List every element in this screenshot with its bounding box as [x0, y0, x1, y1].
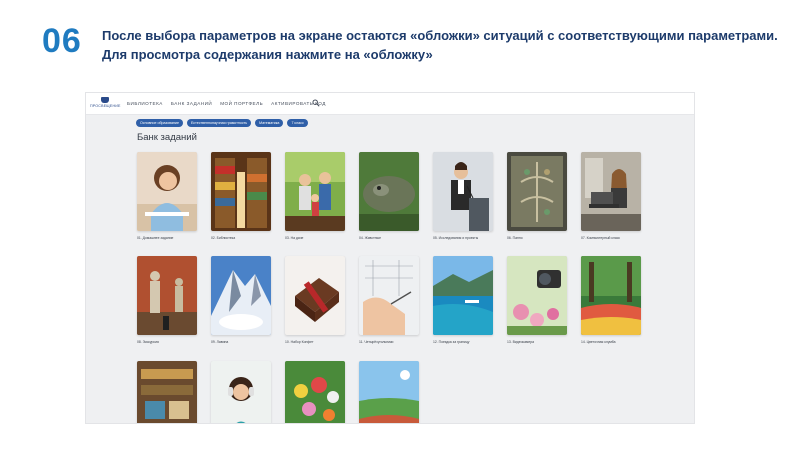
nav-library[interactable]: БИБЛИОТЕКА — [127, 101, 163, 106]
task-card-at-dacha[interactable]: 03. На даче — [285, 152, 347, 240]
task-card-avalanche[interactable]: 09. Лавина — [211, 256, 273, 344]
app-screenshot: ПРОСВЕЩЕНИЕ БИБЛИОТЕКА БАНК ЗАДАНИЙ МОЙ … — [85, 92, 695, 424]
logo[interactable]: ПРОСВЕЩЕНИЕ — [90, 97, 120, 111]
filter-chips: Основное образование Естественнонаучная … — [136, 119, 308, 127]
task-card-label: 06. Панно — [507, 236, 523, 240]
filter-chip-grade[interactable]: 7 класс — [287, 119, 308, 127]
task-card-panel[interactable]: 06. Панно — [507, 152, 569, 240]
task-card-label: 11. Четырёхугольники — [359, 340, 394, 344]
filter-chip-subject[interactable]: Математика — [255, 119, 284, 127]
running-track-photo-icon — [359, 361, 419, 423]
task-card-label: 09. Лавина — [211, 340, 229, 344]
task-card-research-projects[interactable]: 05. Исследования и проекты — [433, 152, 495, 240]
museum-statues-photo-icon — [137, 256, 197, 335]
task-card-label: 07. Компьютерный класс — [581, 236, 621, 240]
task-card-label: 14. Цветочная клумба — [581, 340, 616, 344]
logo-text: ПРОСВЕЩЕНИЕ — [90, 104, 121, 108]
search-icon[interactable] — [312, 99, 320, 107]
logo-emblem-icon — [101, 97, 109, 103]
task-card-label: 03. На даче — [285, 236, 304, 240]
task-card-label: 12. Поездка за границу — [433, 340, 470, 344]
task-card-trip-abroad[interactable]: 12. Поездка за границу — [433, 256, 495, 344]
mosaic-panel-photo-icon — [507, 152, 567, 231]
girl-at-desk-photo-icon — [137, 152, 197, 231]
main-nav: БИБЛИОТЕКА БАНК ЗАДАНИЙ МОЙ ПОРТФЕЛЬ АКТ… — [127, 101, 326, 106]
task-card-label: 10. Набор Конфет — [285, 340, 314, 344]
flower-park-alley-photo-icon — [581, 256, 641, 335]
speaker-podium-photo-icon — [433, 152, 493, 231]
slide-caption-line-2: Для просмотра содержания нажмите на «обл… — [102, 47, 433, 62]
slide-caption-line-1: После выбора параметров на экране остают… — [102, 28, 778, 43]
slide-number: 06 — [42, 22, 82, 60]
slide-caption: После выбора параметров на экране остают… — [102, 26, 782, 64]
camera-flowers-photo-icon — [507, 256, 567, 335]
task-card-homework[interactable]: 01. Домашнее задание — [137, 152, 199, 240]
task-card-excursion[interactable]: 08. Экскурсия — [137, 256, 199, 344]
task-cover-grid: 01. Домашнее задание 02. Библиотека 03. … — [137, 152, 657, 423]
lizard-photo-icon — [359, 152, 419, 231]
task-card-girl-headphones[interactable] — [211, 361, 273, 423]
flowers-bouquet-photo-icon — [285, 361, 345, 423]
girl-headphones-photo-icon — [211, 361, 271, 423]
task-card-flowers[interactable] — [285, 361, 347, 423]
woman-laptop-cafe-photo-icon — [581, 152, 641, 231]
task-card-label: 13. Видеокамера — [507, 340, 534, 344]
task-card-label: 04. Животные — [359, 236, 382, 240]
task-card-label: 02. Библиотека — [211, 236, 236, 240]
nav-task-bank[interactable]: БАНК ЗАДАНИЙ — [171, 101, 212, 106]
task-card-label: 01. Домашнее задание — [137, 236, 174, 240]
family-garden-photo-icon — [285, 152, 345, 231]
task-card-candy-set[interactable]: 10. Набор Конфет — [285, 256, 347, 344]
shop-interior-photo-icon — [137, 361, 197, 423]
page-title: Банк заданий — [137, 132, 197, 143]
hand-drawing-plan-photo-icon — [359, 256, 419, 335]
filter-chip-literacy-type[interactable]: Естественнонаучная грамотность — [186, 119, 252, 127]
filter-chip-education-level[interactable]: Основное образование — [136, 119, 183, 127]
task-card-quadrilaterals[interactable]: 11. Четырёхугольники — [359, 256, 421, 344]
task-card-running-track[interactable] — [359, 361, 421, 423]
task-card-label: 08. Экскурсия — [137, 340, 159, 344]
task-card-video-camera[interactable]: 13. Видеокамера — [507, 256, 569, 344]
task-card-flower-bed[interactable]: 14. Цветочная клумба — [581, 256, 643, 344]
task-card-shop[interactable] — [137, 361, 199, 423]
top-navigation-bar: ПРОСВЕЩЕНИЕ БИБЛИОТЕКА БАНК ЗАДАНИЙ МОЙ … — [86, 93, 694, 115]
nav-my-portfolio[interactable]: МОЙ ПОРТФЕЛЬ — [220, 101, 263, 106]
library-shelves-photo-icon — [211, 152, 271, 231]
task-card-animals[interactable]: 04. Животные — [359, 152, 421, 240]
avalanche-mountain-photo-icon — [211, 256, 271, 335]
sea-coast-photo-icon — [433, 256, 493, 335]
task-card-computer-class[interactable]: 07. Компьютерный класс — [581, 152, 643, 240]
task-card-label: 05. Исследования и проекты — [433, 236, 479, 240]
chocolate-box-photo-icon — [285, 256, 345, 335]
task-card-library[interactable]: 02. Библиотека — [211, 152, 273, 240]
